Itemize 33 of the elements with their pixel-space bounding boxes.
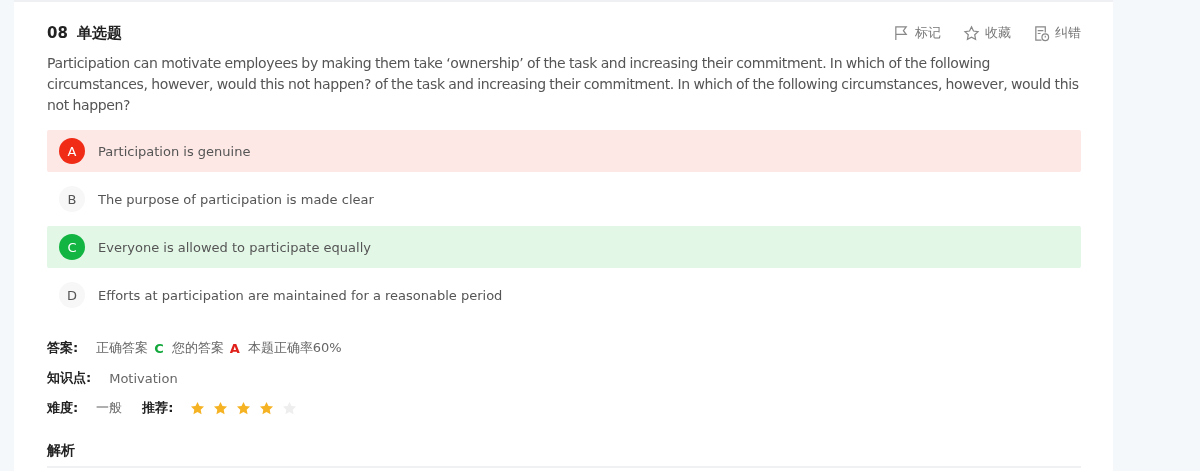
option-text: The purpose of participation is made clear	[98, 191, 374, 207]
recommend-label: 推荐:	[142, 399, 174, 417]
analysis-heading: 解析	[47, 442, 1081, 468]
topic-value: Motivation	[109, 370, 178, 386]
option-text: Efforts at participation are maintained for a reasonable period	[98, 287, 503, 303]
option-letter: D	[59, 282, 85, 308]
option-row[interactable]: B The purpose of participation is made clear	[47, 178, 1081, 220]
your-answer-label: 您的答案	[171, 339, 224, 357]
report-error-button[interactable]: 纠错	[1033, 24, 1081, 42]
option-text: Everyone is allowed to participate equally	[98, 239, 371, 255]
option-row[interactable]: D Efforts at participation are maintained for a reasonable period	[47, 274, 1081, 316]
difficulty-value: 一般	[96, 399, 123, 417]
option-row[interactable]: C Everyone is allowed to participate equally	[47, 226, 1081, 268]
question-type: 单选题	[76, 23, 122, 43]
option-text: Participation is genuine	[98, 143, 251, 159]
your-answer: A	[229, 340, 240, 356]
topic-label: 知识点:	[47, 369, 92, 387]
favorite-button[interactable]: 收藏	[963, 24, 1011, 42]
option-letter: B	[59, 186, 85, 212]
answer-label: 答案:	[47, 339, 79, 357]
option-letter: A	[59, 138, 85, 164]
document-icon	[1033, 24, 1050, 42]
difficulty-label: 难度:	[47, 399, 79, 417]
flag-icon	[893, 24, 910, 42]
star-icon	[963, 24, 980, 42]
option-row[interactable]: A Participation is genuine	[47, 130, 1081, 172]
option-letter: C	[59, 234, 85, 260]
mark-button[interactable]: 标记	[893, 24, 941, 42]
accuracy-rate: 本题正确率60%	[247, 339, 342, 357]
question-number: 08	[47, 23, 68, 43]
correct-answer-label: 正确答案	[96, 339, 149, 357]
question-text: Participation can motivate employees by making them take ‘ownership’ of the task and increasing their commitment. In which of the following circumstances, however, would this not happen? of the task and increasing their commitment. In which of the following circumstances, however, would this not happen?	[47, 54, 1080, 115]
correct-answer: C	[154, 340, 164, 356]
